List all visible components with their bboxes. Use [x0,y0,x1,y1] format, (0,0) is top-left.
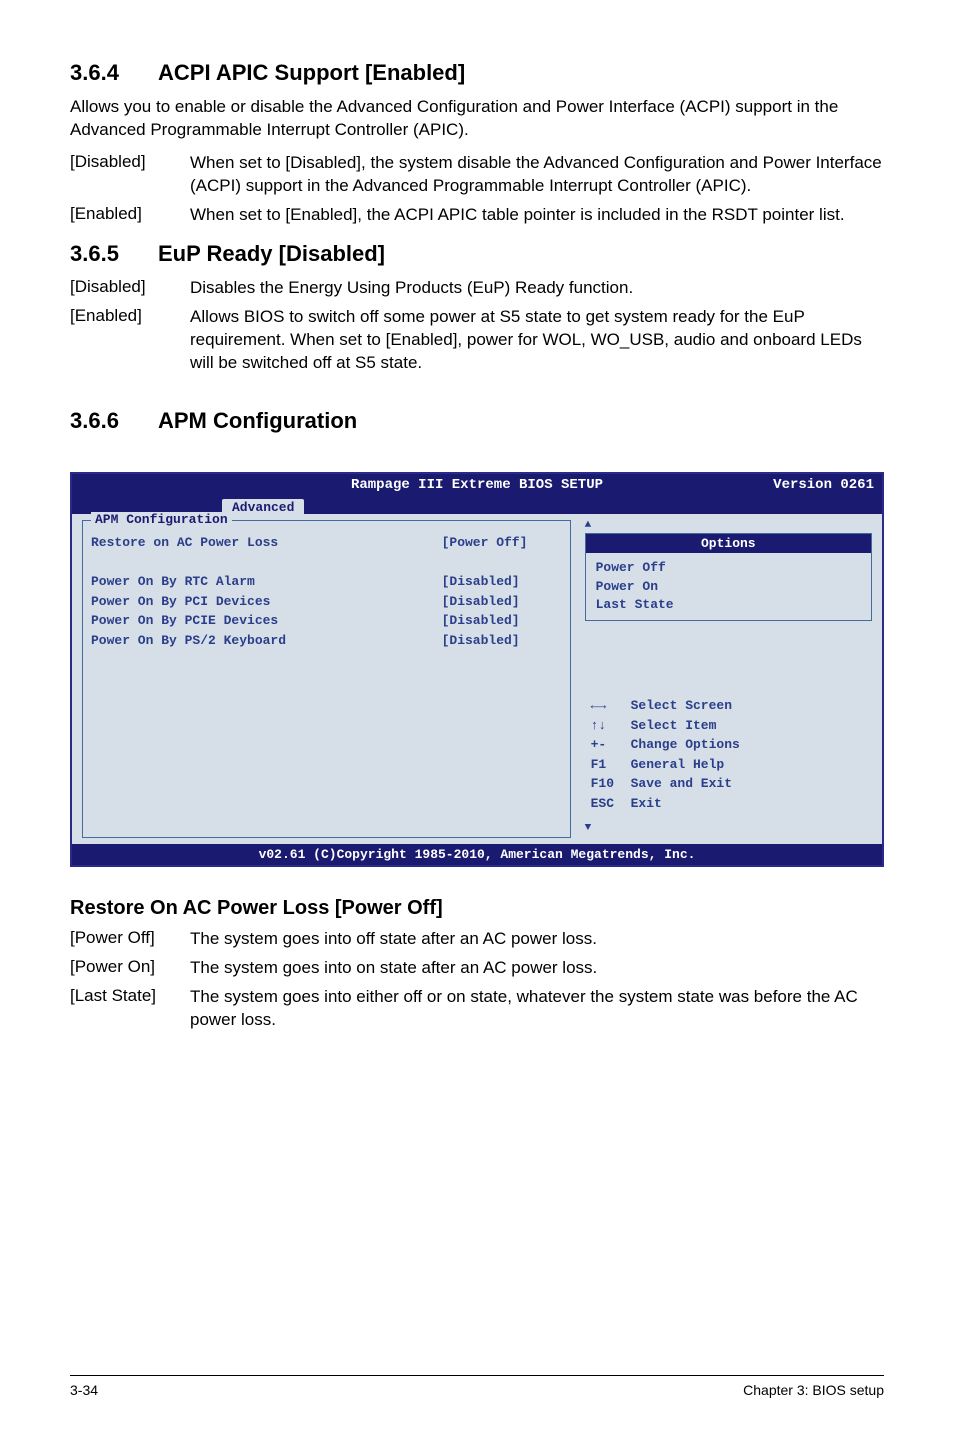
def-desc: Allows BIOS to switch off some power at … [190,306,884,375]
bios-settings-box: APM Configuration Restore on AC Power Lo… [82,520,571,838]
page-footer: 3-34 Chapter 3: BIOS setup [70,1375,884,1398]
section-number: 3.6.5 [70,241,158,267]
bios-header-version: Version 0261 [773,477,874,493]
bios-screen: Rampage III Extreme BIOS SETUP Version 0… [70,472,884,867]
def-row: [Power On] The system goes into on state… [70,957,884,980]
help-key: +- [591,735,631,755]
def-term: [Disabled] [70,152,190,198]
bios-setting-row-spacer [91,553,562,573]
help-text: Change Options [631,735,740,755]
def-desc: Disables the Energy Using Products (EuP)… [190,277,884,300]
bios-setting-label: Power On By PS/2 Keyboard [91,631,442,651]
bios-setting-value: [Power Off] [442,533,562,553]
bios-setting-row[interactable]: Power On By PCIE Devices [Disabled] [91,611,562,631]
section-365-header: 3.6.5 EuP Ready [Disabled] [70,241,884,267]
section-number: 3.6.6 [70,408,158,434]
def-term: [Disabled] [70,277,190,300]
scroll-up-icon[interactable]: ▲ [585,520,872,531]
def-row: [Last State] The system goes into either… [70,986,884,1032]
bios-help-row: F1General Help [591,755,870,775]
def-row: [Disabled] Disables the Energy Using Pro… [70,277,884,300]
def-term: [Power On] [70,957,190,980]
def-term: [Enabled] [70,306,190,375]
bios-setting-label: Power On By PCIE Devices [91,611,442,631]
def-term: [Last State] [70,986,190,1032]
def-row: [Power Off] The system goes into off sta… [70,928,884,951]
section-title: EuP Ready [Disabled] [158,241,385,267]
bios-help-row: +-Change Options [591,735,870,755]
def-desc: The system goes into on state after an A… [190,957,884,980]
help-text: Select Item [631,716,717,736]
bios-options-box: Options Power Off Power On Last State [585,533,872,621]
bios-setting-row[interactable]: Power On By RTC Alarm [Disabled] [91,572,562,592]
def-desc: When set to [Enabled], the ACPI APIC tab… [190,204,884,227]
help-text: General Help [631,755,725,775]
def-row: [Disabled] When set to [Disabled], the s… [70,152,884,198]
bios-left-pane: APM Configuration Restore on AC Power Lo… [72,514,581,844]
def-term: [Enabled] [70,204,190,227]
bios-setting-value: [Disabled] [442,592,562,612]
bios-help-row: ←→Select Screen [591,696,870,716]
bios-setting-row[interactable]: Power On By PS/2 Keyboard [Disabled] [91,631,562,651]
help-text: Save and Exit [631,774,732,794]
bios-options-body: Power Off Power On Last State [586,553,871,620]
restore-heading: Restore On AC Power Loss [Power Off] [70,897,884,920]
bios-setting-row[interactable]: Restore on AC Power Loss [Power Off] [91,533,562,553]
section-364-header: 3.6.4 ACPI APIC Support [Enabled] [70,60,884,86]
bios-footer: v02.61 (C)Copyright 1985-2010, American … [72,844,882,865]
bios-option[interactable]: Last State [596,596,861,614]
bios-help: ←→Select Screen ↑↓Select Item +-Change O… [585,696,872,823]
help-key: F10 [591,774,631,794]
help-key: ESC [591,794,631,814]
help-key: ←→ [591,696,631,716]
chapter-label: Chapter 3: BIOS setup [743,1382,884,1398]
def-row: [Enabled] When set to [Enabled], the ACP… [70,204,884,227]
bios-setting-value: [Disabled] [442,572,562,592]
section-364-intro: Allows you to enable or disable the Adva… [70,96,884,142]
def-term: [Power Off] [70,928,190,951]
bios-header-title: Rampage III Extreme BIOS SETUP [72,477,882,493]
help-key: ↑↓ [591,716,631,736]
bios-help-row: F10Save and Exit [591,774,870,794]
bios-option[interactable]: Power Off [596,559,861,577]
help-key: F1 [591,755,631,775]
def-row: [Enabled] Allows BIOS to switch off some… [70,306,884,375]
def-desc: When set to [Disabled], the system disab… [190,152,884,198]
section-366-header: 3.6.6 APM Configuration [70,408,884,434]
bios-help-row: ↑↓Select Item [591,716,870,736]
bios-setting-row[interactable]: Power On By PCI Devices [Disabled] [91,592,562,612]
page: 3.6.4 ACPI APIC Support [Enabled] Allows… [0,0,954,1438]
def-desc: The system goes into either off or on st… [190,986,884,1032]
scroll-down-icon[interactable]: ▼ [585,823,872,834]
bios-header: Rampage III Extreme BIOS SETUP Version 0… [72,474,882,496]
section-title: ACPI APIC Support [Enabled] [158,60,465,86]
bios-right-pane: ▲ Options Power Off Power On Last State … [581,514,882,844]
bios-setting-value: [Disabled] [442,631,562,651]
bios-setting-value: [Disabled] [442,611,562,631]
bios-body: APM Configuration Restore on AC Power Lo… [72,514,882,844]
bios-options-header: Options [586,534,871,553]
section-title: APM Configuration [158,408,357,434]
help-text: Select Screen [631,696,732,716]
def-desc: The system goes into off state after an … [190,928,884,951]
bios-help-row: ESCExit [591,794,870,814]
help-text: Exit [631,794,662,814]
bios-settings-title: APM Configuration [91,512,232,527]
bios-setting-label: Power On By PCI Devices [91,592,442,612]
bios-setting-label: Power On By RTC Alarm [91,572,442,592]
section-number: 3.6.4 [70,60,158,86]
bios-setting-label: Restore on AC Power Loss [91,533,442,553]
bios-option[interactable]: Power On [596,578,861,596]
page-number: 3-34 [70,1382,98,1398]
